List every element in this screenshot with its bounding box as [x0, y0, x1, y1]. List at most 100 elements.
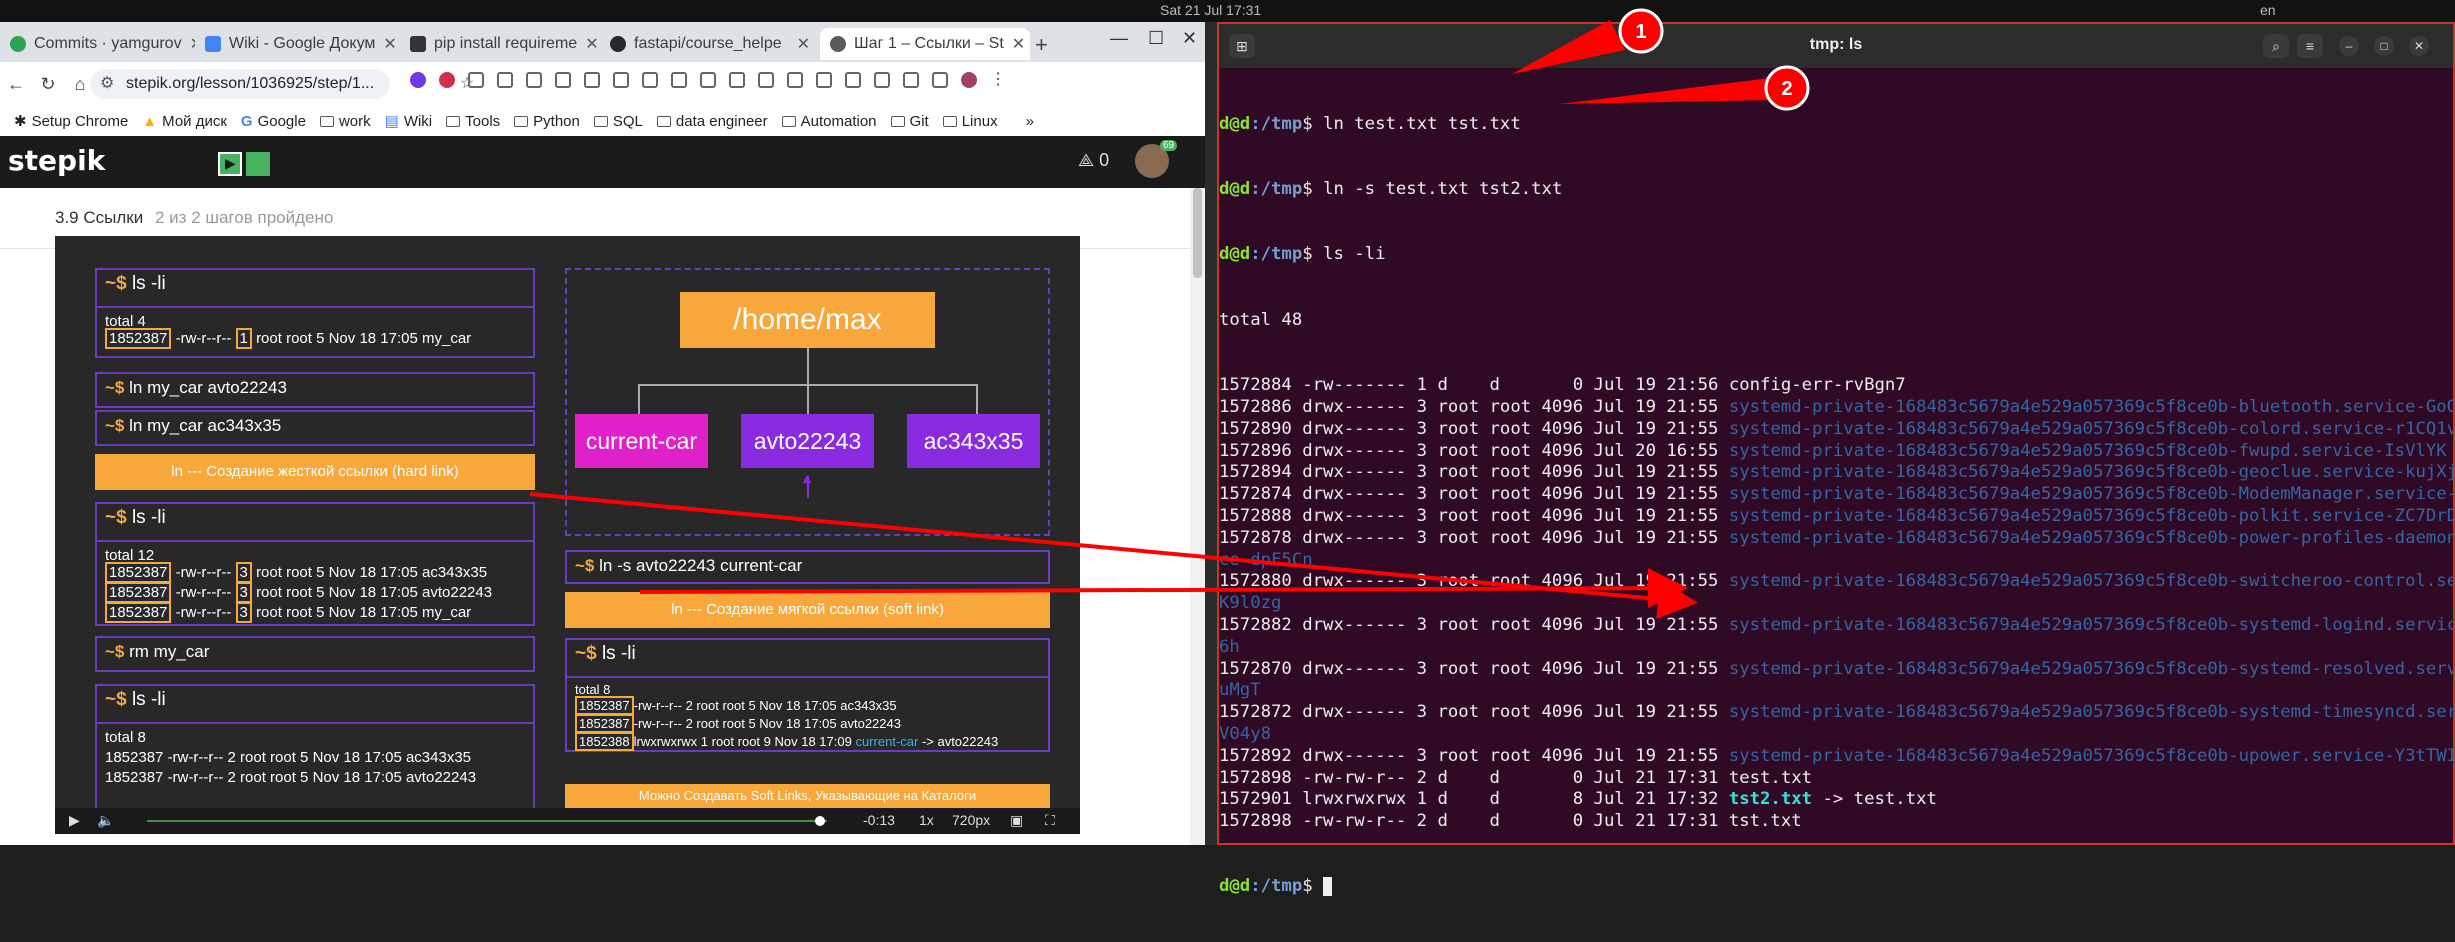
extension-icon[interactable]	[845, 72, 861, 88]
address-bar[interactable]: ⚙ stepik.org/lesson/1036925/step/1... ☆	[90, 69, 474, 99]
permissions: -rw-r--r--	[175, 584, 232, 601]
video-progress-track[interactable]	[147, 820, 827, 822]
close-icon[interactable]: ✕	[1012, 34, 1025, 54]
minimize-icon[interactable]: —	[1110, 28, 1128, 49]
quality-button[interactable]: 720px	[952, 812, 990, 828]
stepik-header: stepik ▶ ⟁ 0 69	[0, 136, 1205, 188]
speed-button[interactable]: 1x	[919, 812, 934, 828]
extension-icon[interactable]	[700, 72, 716, 88]
extension-icon[interactable]	[497, 72, 513, 88]
extension-icon[interactable]	[758, 72, 774, 88]
bookmark-data-engineer[interactable]: data engineer	[656, 113, 768, 130]
bookmark-linux[interactable]: Linux	[942, 113, 998, 130]
close-icon[interactable]: ✕	[2409, 36, 2429, 56]
system-language[interactable]: en	[2260, 2, 2276, 18]
tab-commits[interactable]: Commits · yamgurov ✕	[0, 28, 195, 60]
bookmark-sql[interactable]: SQL	[593, 113, 643, 130]
file-meta: 1572886 drwx------ 3 root root 4096 Jul …	[1219, 396, 1729, 417]
system-clock: Sat 21 Jul 17:31	[1160, 2, 1262, 18]
file-row: 1572872 drwx------ 3 root root 4096 Jul …	[1219, 702, 2453, 724]
extension-icon[interactable]	[613, 72, 629, 88]
terminal-window[interactable]: ⊞ tmp: ls ⌕ ≡ – □ ✕ d@d:/tmp$ ln test.tx…	[1217, 22, 2455, 896]
maximize-icon[interactable]: ☐	[1148, 28, 1164, 49]
site-info-icon[interactable]: ⚙	[100, 69, 114, 99]
bookmark-setup-chrome[interactable]: ✱ Setup Chrome	[14, 112, 129, 131]
extension-icon[interactable]	[439, 72, 455, 88]
step-indicator-2[interactable]	[246, 152, 270, 176]
back-icon[interactable]: ←	[0, 74, 32, 95]
row-rest: root root 5 Nov 18 17:05 my_car	[256, 330, 472, 347]
maximize-icon[interactable]: □	[2374, 36, 2394, 56]
extension-icon[interactable]	[903, 72, 919, 88]
extension-icon[interactable]	[787, 72, 803, 88]
reload-icon[interactable]: ↻	[32, 74, 64, 95]
extension-icon[interactable]	[468, 72, 484, 88]
extension-icon[interactable]	[526, 72, 542, 88]
video-progress-handle[interactable]	[815, 816, 825, 826]
extension-icon[interactable]	[584, 72, 600, 88]
tab-stepik-active[interactable]: Шаг 1 – Ссылки – St ✕	[820, 28, 1030, 60]
puzzle-icon: ✱	[14, 113, 27, 130]
close-window-icon[interactable]: ✕	[1182, 28, 1197, 49]
extension-icon[interactable]	[671, 72, 687, 88]
profile-icon[interactable]	[961, 72, 977, 88]
command-text: ln -s test.txt tst2.txt	[1323, 178, 1563, 199]
play-icon[interactable]: ▶	[69, 812, 80, 829]
bookmark-my-drive[interactable]: ▲ Мой диск	[142, 113, 227, 130]
extension-icon[interactable]	[816, 72, 832, 88]
minimize-icon[interactable]: –	[2339, 36, 2359, 56]
tab-fastapi[interactable]: fastapi/course_helpe ✕	[600, 28, 820, 60]
extension-icon[interactable]	[932, 72, 948, 88]
bookmark-git[interactable]: Git	[890, 113, 929, 130]
scrollbar-thumb[interactable]	[1193, 188, 1202, 278]
tree-line	[638, 384, 640, 414]
close-icon[interactable]: ✕	[383, 34, 396, 54]
bookmark-python[interactable]: Python	[514, 113, 580, 130]
extension-icon[interactable]	[642, 72, 658, 88]
extension-icon[interactable]	[874, 72, 890, 88]
file-name: systemd-private-168483c5679a4e529a057369…	[1728, 505, 2453, 526]
tab-pip[interactable]: pip install requireme ✕	[400, 28, 600, 60]
search-icon[interactable]: ⌕	[2263, 34, 2289, 58]
command-box-ls-4: ~$ ls -li total 8 1852387 -rw-r--r-- 2 ro…	[565, 638, 1050, 752]
play-icon: ▶	[225, 155, 236, 171]
volume-icon[interactable]: 🔈	[97, 812, 114, 829]
page-scrollbar[interactable]	[1190, 188, 1205, 845]
file-name: systemd-private-168483c5679a4e529a057369…	[1728, 614, 2453, 635]
file-row: 1572898 -rw-rw-r-- 2 d d 0 Jul 21 17:31 …	[1219, 768, 2453, 790]
bookmarks-overflow-button[interactable]: »	[1026, 113, 1034, 130]
listing-row: 1852387 -rw-r--r-- 2 root root 5 Nov 18 1…	[575, 714, 901, 733]
menu-icon[interactable]: ⋮	[990, 72, 1006, 88]
tab-label: Wiki - Google Докум	[229, 35, 376, 52]
close-icon[interactable]: ✕	[585, 34, 598, 54]
lesson-video[interactable]: ~$ ls -li total 4 1852387 -rw-r--r-- 1 r…	[55, 236, 1080, 834]
file-listing: 1572884 -rw------- 1 d d 0 Jul 19 21:56 …	[1219, 375, 2453, 833]
listing-row: 1852387 -rw-r--r-- 2 root root 5 Nov 18 1…	[575, 696, 897, 715]
listing-row: 1852387 -rw-r--r-- 1 root root 5 Nov 18 …	[105, 328, 472, 349]
bookmark-tools[interactable]: Tools	[446, 113, 500, 130]
command-text: ls -li	[1323, 244, 1386, 265]
fullscreen-icon[interactable]: ⛶	[1045, 812, 1055, 829]
terminal-output[interactable]: d@d:/tmp$ ln test.txt tst.txt d@d:/tmp$ …	[1219, 70, 2453, 942]
extension-icon[interactable]	[410, 72, 426, 88]
system-top-bar: Sat 21 Jul 17:31 en	[0, 0, 2455, 22]
stepik-logo[interactable]: stepik	[8, 144, 105, 177]
score-counter[interactable]: ⟁ 0	[1078, 150, 1109, 171]
bookmark-google[interactable]: G Google	[241, 113, 306, 130]
close-icon[interactable]: ✕	[797, 34, 810, 54]
new-tab-button[interactable]: +	[1035, 32, 1048, 58]
step-indicator-1[interactable]: ▶	[218, 152, 242, 176]
tab-wiki[interactable]: Wiki - Google Докум ✕	[195, 28, 400, 60]
bookmark-work[interactable]: work	[319, 113, 371, 130]
extension-icon[interactable]	[555, 72, 571, 88]
bookmark-automation[interactable]: Automation	[781, 113, 877, 130]
file-meta: 1572890 drwx------ 3 root root 4096 Jul …	[1219, 418, 1729, 439]
bookmark-wiki[interactable]: ▤ Wiki	[385, 112, 433, 131]
extension-icon[interactable]	[729, 72, 745, 88]
pip-icon[interactable]: ▣	[1010, 812, 1023, 829]
prompt-path: :/tmp	[1250, 113, 1303, 134]
menu-icon[interactable]: ≡	[2297, 34, 2323, 58]
bookmarks-bar: ✱ Setup Chrome ▲ Мой диск G Google work ▤ Wi…	[0, 106, 1205, 137]
bookmark-label: Setup Chrome	[31, 112, 129, 130]
drive-icon: ▲	[142, 112, 158, 130]
